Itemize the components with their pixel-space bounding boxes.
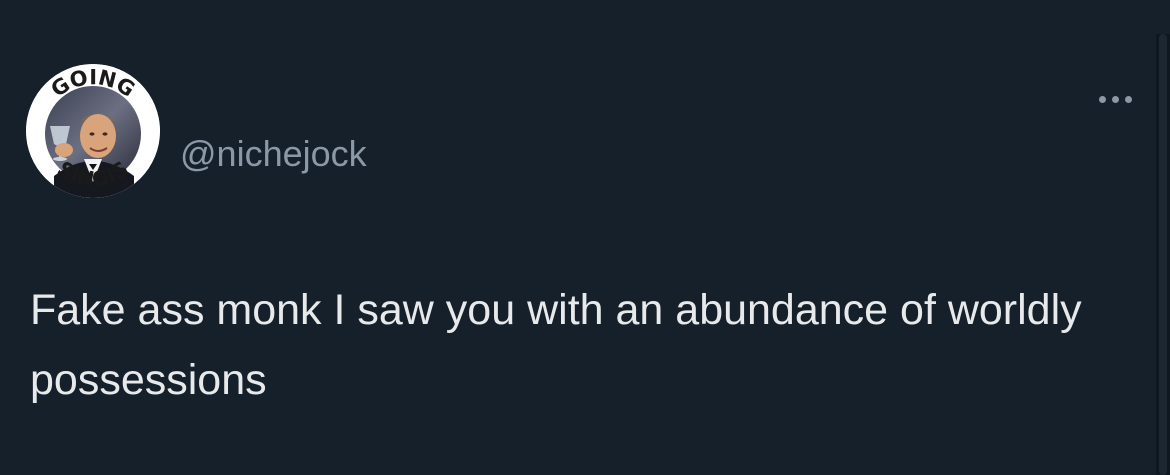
- more-options-button[interactable]: [1090, 84, 1140, 114]
- more-horizontal-icon: [1124, 95, 1132, 103]
- avatar[interactable]: GOING SINGIS: [26, 64, 160, 198]
- tweet-card: GOING SINGIS @nichejock Fake ass monk I …: [0, 0, 1170, 475]
- more-horizontal-icon: [1111, 95, 1119, 103]
- user-handle[interactable]: @nichejock: [180, 130, 367, 178]
- more-horizontal-icon: [1098, 95, 1106, 103]
- scrollbar[interactable]: [1156, 34, 1170, 475]
- scrollbar-thumb[interactable]: [1159, 34, 1167, 475]
- avatar-image: GOING SINGIS: [26, 64, 160, 198]
- tweet-text: Fake ass monk I saw you with an abundanc…: [30, 286, 1082, 404]
